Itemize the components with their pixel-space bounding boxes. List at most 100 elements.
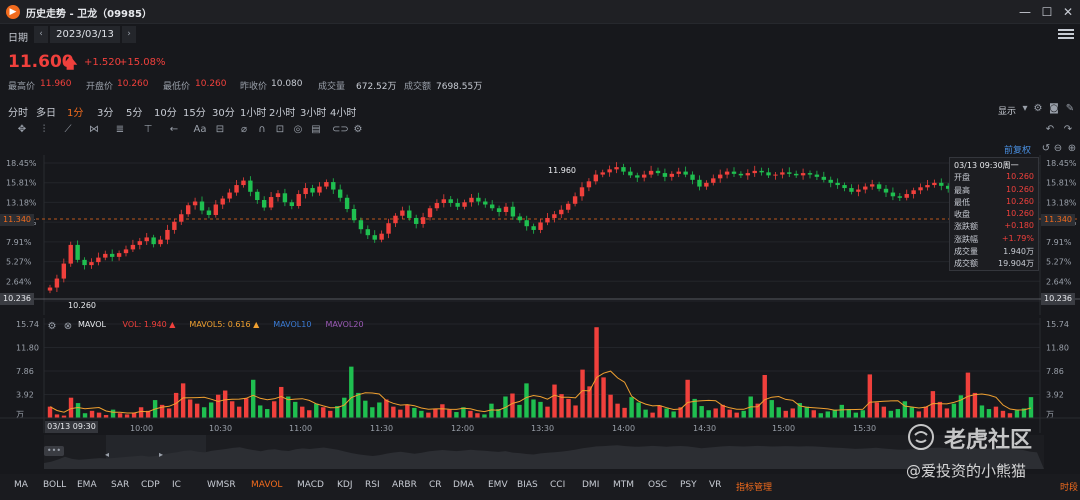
candle-body[interactable] [538, 222, 543, 230]
volume-bar[interactable] [741, 410, 746, 418]
trend-line-icon[interactable]: ⟋ [60, 123, 76, 137]
candle-body[interactable] [559, 209, 564, 215]
candle-body[interactable] [130, 244, 136, 250]
volume-bar[interactable] [629, 397, 634, 418]
drawing-settings-icon[interactable]: ⚙ [350, 123, 366, 137]
volume-bar[interactable] [720, 404, 725, 418]
candle-body[interactable] [641, 174, 647, 178]
candle-body[interactable] [607, 169, 612, 173]
volume-bar[interactable] [657, 405, 662, 418]
candle-body[interactable] [116, 253, 122, 257]
indicator-settings-icon[interactable]: ⚙ [44, 320, 60, 334]
volume-bar[interactable] [874, 402, 880, 418]
period-tab[interactable]: 15分 [183, 104, 206, 119]
candle-body[interactable] [68, 244, 73, 264]
candle-body[interactable] [842, 185, 847, 189]
candle-body[interactable] [662, 173, 668, 177]
indicator-tab[interactable]: CCI [550, 480, 565, 490]
candle-body[interactable] [614, 167, 619, 170]
volume-bar[interactable] [251, 379, 256, 418]
candle-body[interactable] [441, 199, 447, 204]
candle-body[interactable] [579, 187, 585, 197]
candle-body[interactable] [925, 185, 930, 188]
volume-bar[interactable] [790, 408, 795, 418]
volume-bar[interactable] [993, 406, 999, 418]
candle-body[interactable] [503, 206, 509, 212]
volume-bar[interactable] [314, 403, 319, 418]
volume-bar[interactable] [811, 410, 816, 418]
crosshair-icon[interactable]: ✥ [14, 123, 30, 137]
candle-body[interactable] [890, 192, 896, 197]
volume-bar[interactable] [888, 410, 894, 418]
volume-bar[interactable] [342, 397, 347, 418]
candle-body[interactable] [773, 174, 778, 176]
minimize-icon[interactable]: — [1016, 4, 1034, 20]
volume-bar[interactable] [440, 404, 445, 418]
candle-body[interactable] [206, 210, 212, 215]
volume-bar[interactable] [986, 409, 992, 418]
volume-bar[interactable] [96, 412, 102, 418]
volume-bar[interactable] [166, 408, 172, 418]
volume-bar[interactable] [475, 413, 480, 418]
volume-bar[interactable] [965, 372, 971, 418]
period-tab[interactable]: 1小时 [240, 104, 266, 119]
indicator-tab[interactable]: IC [172, 480, 181, 490]
volume-bar[interactable] [279, 386, 284, 418]
candle-body[interactable] [462, 202, 467, 207]
navigator-left-arrow-icon[interactable]: ◂ [105, 450, 109, 459]
volume-bar[interactable] [923, 406, 929, 418]
candle-body[interactable] [863, 186, 868, 190]
volume-bar[interactable] [769, 400, 774, 418]
candle-body[interactable] [289, 202, 295, 207]
volume-bar[interactable] [776, 407, 781, 418]
volume-bar[interactable] [909, 407, 915, 418]
candle-body[interactable] [524, 220, 529, 227]
range-navigator[interactable] [44, 435, 1044, 469]
volume-bar[interactable] [321, 407, 326, 418]
candle-body[interactable] [96, 257, 101, 263]
candle-body[interactable] [407, 210, 412, 218]
vertical-line-icon[interactable]: ⫶ [36, 123, 52, 137]
volume-bar[interactable] [671, 411, 676, 418]
candle-body[interactable] [220, 198, 225, 205]
candle-body[interactable] [310, 188, 315, 193]
candle-body[interactable] [448, 199, 453, 204]
measure-icon[interactable]: ⊟ [212, 123, 228, 137]
next-date-icon[interactable]: › [122, 26, 136, 43]
candle-body[interactable] [317, 186, 322, 193]
link-icon[interactable]: ⊂⊃ [332, 123, 349, 137]
candle-body[interactable] [628, 171, 633, 176]
period-tab[interactable]: 多日 [36, 104, 56, 119]
volume-bar[interactable] [194, 403, 200, 418]
volume-bar[interactable] [594, 327, 599, 418]
volume-bar[interactable] [307, 410, 312, 418]
candle-body[interactable] [724, 171, 730, 175]
volume-bar[interactable] [783, 410, 788, 418]
candle-body[interactable] [821, 176, 827, 180]
volume-bar[interactable] [832, 409, 837, 418]
volume-bar[interactable] [258, 405, 263, 418]
eraser-icon[interactable]: ⌀ [236, 123, 252, 137]
volume-bar[interactable] [391, 406, 396, 418]
indicator-tab[interactable]: MACD [297, 480, 324, 490]
magnet-icon[interactable]: ∩ [254, 123, 270, 137]
candle-body[interactable] [199, 201, 205, 211]
candle-body[interactable] [635, 175, 640, 178]
volume-bar[interactable] [124, 414, 130, 418]
volume-bar[interactable] [489, 403, 494, 418]
volume-bar[interactable] [398, 409, 403, 418]
navigator-right-arrow-icon[interactable]: ▸ [159, 450, 163, 459]
volume-bar[interactable] [601, 377, 606, 418]
volume-bar[interactable] [734, 412, 739, 418]
volume-bar[interactable] [117, 413, 123, 418]
candle-body[interactable] [192, 201, 198, 206]
pen-icon[interactable]: ✎ [1062, 102, 1078, 116]
volume-bar[interactable] [454, 412, 459, 418]
volume-bar[interactable] [468, 410, 473, 418]
volume-bar[interactable] [664, 408, 669, 418]
volume-bar[interactable] [916, 411, 922, 418]
candle-body[interactable] [241, 180, 246, 186]
candle-body[interactable] [807, 173, 813, 175]
navigator-handle[interactable]: ••• [44, 446, 64, 456]
indicator-tab[interactable]: DMA [453, 480, 474, 490]
